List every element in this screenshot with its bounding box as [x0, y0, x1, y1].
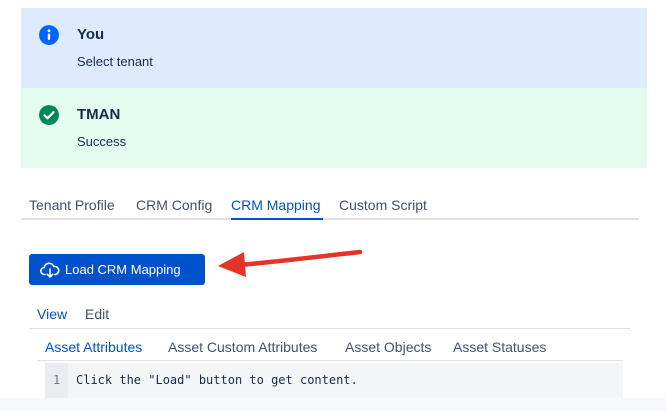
check-circle-icon [39, 105, 59, 125]
load-button-label: Load CRM Mapping [65, 262, 181, 277]
load-crm-mapping-button[interactable]: Load CRM Mapping [29, 254, 205, 285]
success-flag-title: TMAN [77, 106, 121, 123]
success-flag: TMAN Success [21, 88, 647, 168]
line-gutter: 1 [45, 363, 68, 399]
main-tab-bar: Tenant Profile CRM Config CRM Mapping Cu… [21, 190, 639, 220]
info-flag-title: You [77, 26, 105, 43]
info-flag: You Select tenant [21, 8, 647, 88]
asset-tab-bar: Asset Attributes Asset Custom Attributes… [37, 333, 623, 361]
success-flag-description: Success [77, 134, 127, 149]
code-content: Click the "Load" button to get content. [76, 373, 358, 387]
page-bottom-edge [0, 398, 666, 411]
info-icon [39, 25, 59, 45]
tab-asset-statuses[interactable]: Asset Statuses [453, 339, 546, 355]
red-arrow-icon [218, 249, 363, 277]
view-edit-tab-bar: View Edit [29, 300, 631, 329]
tab-custom-script[interactable]: Custom Script [339, 197, 427, 213]
cloud-download-icon [40, 262, 60, 278]
tab-asset-objects[interactable]: Asset Objects [345, 339, 431, 355]
tab-crm-mapping[interactable]: CRM Mapping [231, 197, 320, 213]
active-tab-underline [231, 218, 323, 220]
line-number: 1 [53, 373, 61, 387]
tab-view[interactable]: View [37, 306, 67, 322]
tab-tenant-profile[interactable]: Tenant Profile [29, 197, 115, 213]
tab-asset-attributes[interactable]: Asset Attributes [45, 339, 142, 355]
code-viewer[interactable]: 1 Click the "Load" button to get content… [45, 363, 623, 399]
tab-asset-custom-attributes[interactable]: Asset Custom Attributes [168, 339, 317, 355]
tab-edit[interactable]: Edit [85, 306, 109, 322]
tab-crm-config[interactable]: CRM Config [136, 197, 212, 213]
info-flag-description: Select tenant [77, 54, 153, 69]
